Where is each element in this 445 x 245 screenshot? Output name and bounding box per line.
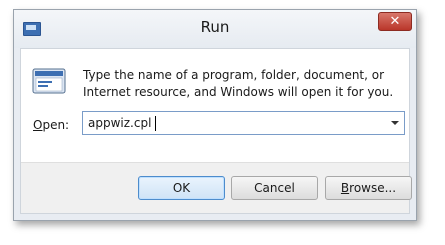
browse-button[interactable]: Browse... <box>325 176 412 200</box>
run-icon <box>32 68 66 94</box>
ok-button[interactable]: OK <box>138 176 225 200</box>
run-dialog-window: Run ✕ Type the name of a program, folder… <box>13 9 417 221</box>
browse-button-accelerator: B <box>340 181 350 195</box>
browse-button-label: rowse... <box>349 181 397 195</box>
title-bar[interactable]: Run ✕ <box>14 10 416 48</box>
chevron-down-icon <box>391 121 399 125</box>
text-cursor <box>155 116 156 131</box>
close-button[interactable]: ✕ <box>378 12 412 31</box>
open-dropdown-button[interactable] <box>386 112 404 134</box>
ok-button-label: OK <box>172 181 191 195</box>
close-icon: ✕ <box>389 14 401 29</box>
cancel-button-label: Cancel <box>254 181 295 195</box>
window-title: Run <box>200 18 230 36</box>
dialog-description: Type the name of a program, folder, docu… <box>83 68 394 99</box>
cancel-button[interactable]: Cancel <box>231 176 318 200</box>
open-label-text: pen: <box>42 118 70 132</box>
open-combobox[interactable]: appwiz.cpl <box>82 111 405 135</box>
dialog-body: Type the name of a program, folder, docu… <box>20 48 412 214</box>
open-label: Open: <box>33 118 69 132</box>
open-input[interactable]: appwiz.cpl <box>88 116 151 130</box>
